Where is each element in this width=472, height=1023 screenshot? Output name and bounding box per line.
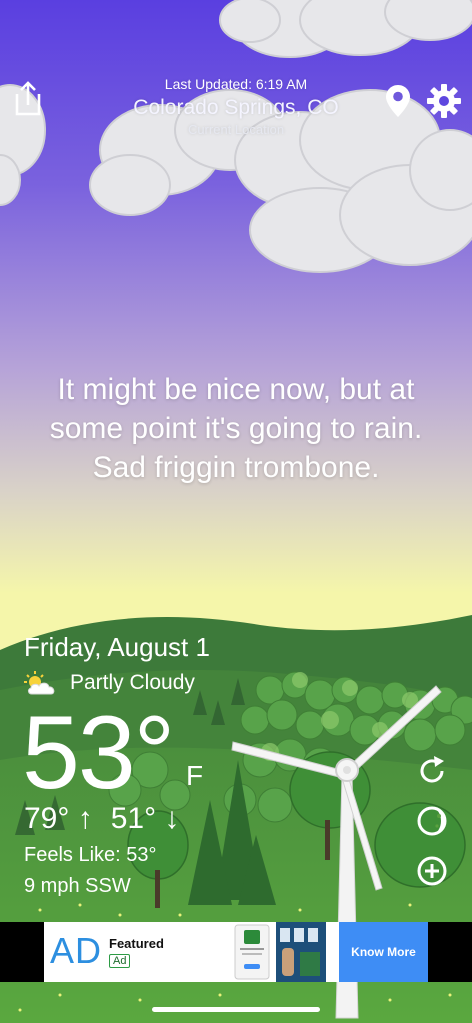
feels-like-text: Feels Like: 53° [24, 844, 157, 866]
moon-phase-icon[interactable] [415, 804, 449, 838]
high-low-row: 79° ↑ 51° ↓ [24, 802, 179, 836]
home-indicator[interactable] [152, 1007, 320, 1012]
refresh-icon[interactable] [415, 754, 449, 788]
weather-scene-background [0, 0, 472, 1023]
high-temperature: 79° ↑ [24, 802, 93, 835]
low-temperature: 51° ↓ [110, 802, 180, 835]
ad-phone-image [234, 924, 270, 980]
add-location-icon[interactable] [415, 854, 449, 888]
current-temperature: 53° [22, 695, 175, 811]
ad-tag: Ad [109, 954, 131, 968]
date-label: Friday, August 1 [24, 632, 210, 662]
ad-banner[interactable]: AD Featured Ad Know More [0, 922, 472, 982]
ad-game-image [276, 922, 326, 982]
gear-icon[interactable] [426, 83, 462, 119]
temperature-unit[interactable]: F [186, 760, 203, 792]
location-label: Current Location [187, 122, 285, 137]
ad-title: Featured [109, 936, 164, 951]
location-pin-icon[interactable] [385, 84, 411, 118]
condition-row: Partly Cloudy [24, 668, 195, 698]
wind-text: 9 mph SSW [24, 875, 131, 897]
ad-logo: AD [50, 930, 103, 971]
share-icon[interactable] [12, 80, 44, 118]
partly-cloudy-icon [24, 671, 55, 695]
ad-content[interactable]: AD Featured Ad Know More [44, 922, 428, 982]
weather-message: It might be nice now, but at some point … [49, 373, 423, 484]
know-more-button[interactable]: Know More [339, 922, 428, 982]
condition-label: Partly Cloudy [70, 671, 195, 694]
